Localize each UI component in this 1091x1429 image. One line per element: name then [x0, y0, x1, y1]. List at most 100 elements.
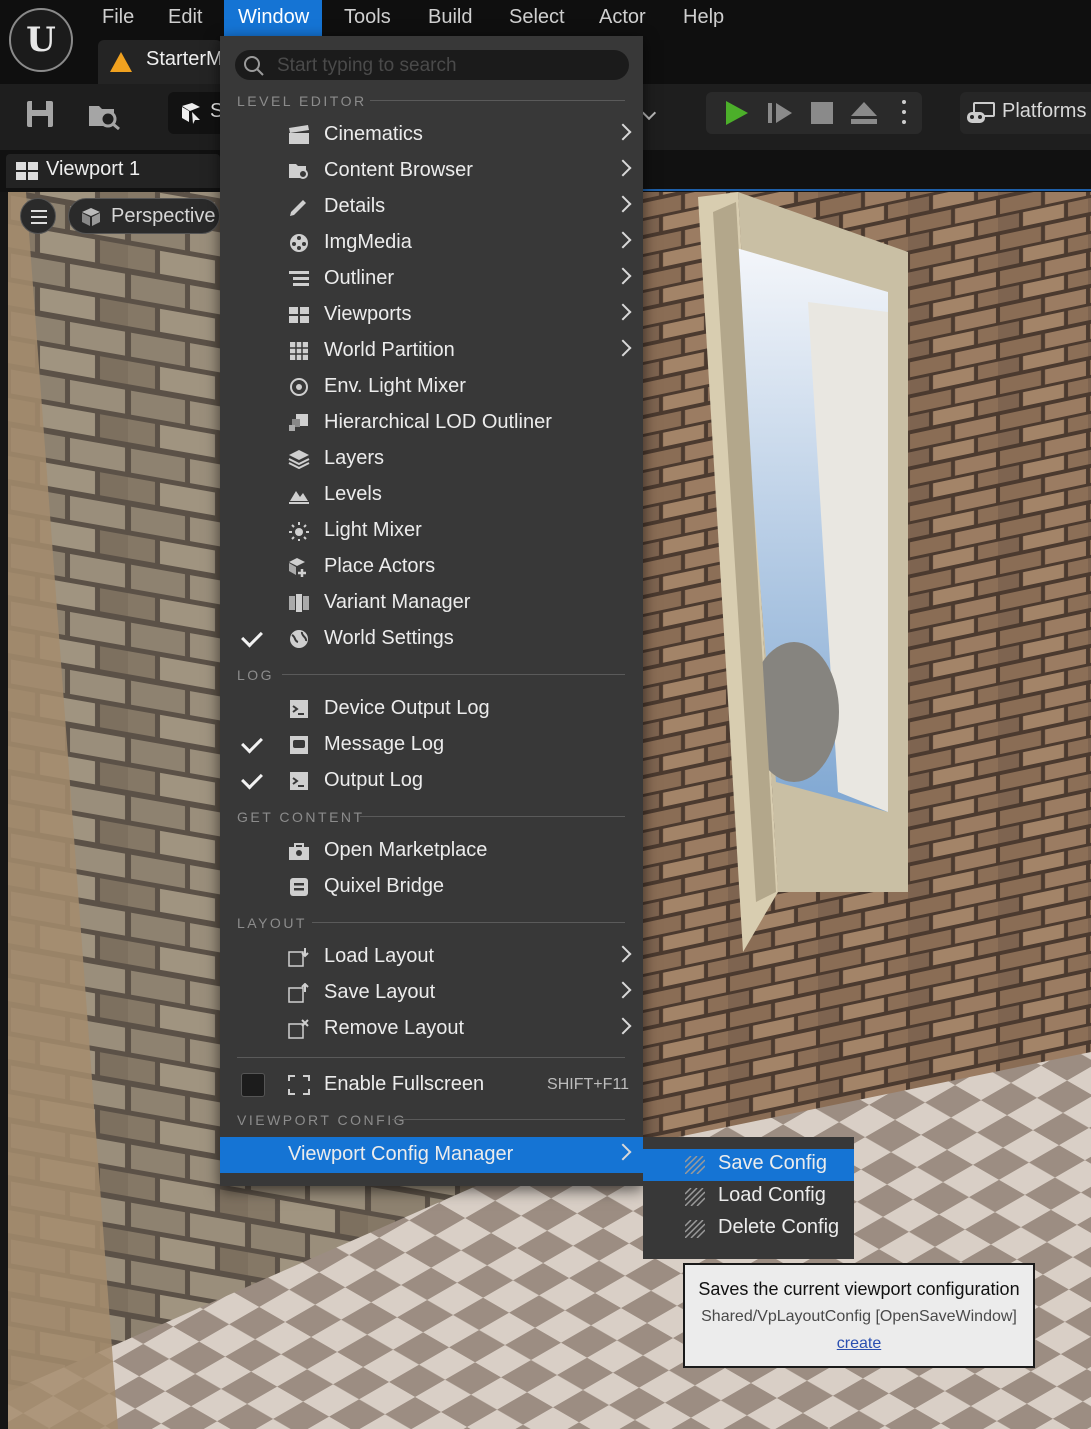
menu-item-light-mixer[interactable]: Light Mixer	[220, 513, 643, 549]
menu-search-input[interactable]	[275, 52, 619, 80]
fullscreen-checkbox[interactable]	[241, 1073, 265, 1097]
menu-item-label: Light Mixer	[324, 519, 422, 541]
play-icon[interactable]	[726, 101, 748, 125]
menu-window[interactable]: Window	[224, 0, 322, 36]
sun-icon	[288, 521, 310, 541]
project-tab-label: StarterM	[146, 48, 223, 70]
terminal-icon	[288, 771, 310, 791]
menu-item-label: Load Layout	[324, 945, 435, 967]
menu-edit[interactable]: Edit	[154, 0, 216, 36]
fullscreen-icon	[288, 1075, 310, 1095]
menu-item-device-output-log[interactable]: Device Output Log	[220, 691, 643, 727]
viewport-tab[interactable]: Viewport 1	[6, 154, 220, 188]
menu-item-place-actors[interactable]: Place Actors	[220, 549, 643, 585]
submenu-item-load-config[interactable]: Load Config	[643, 1181, 854, 1213]
menu-item-enable-fullscreen[interactable]: Enable Fullscreen SHIFT+F11	[220, 1067, 643, 1103]
browse-content-icon[interactable]	[86, 98, 120, 131]
viewport-tab-label: Viewport 1	[46, 158, 141, 180]
menu-item-remove-layout[interactable]: Remove Layout	[220, 1011, 643, 1047]
section-divider	[312, 922, 625, 923]
menu-select[interactable]: Select	[495, 0, 579, 36]
menu-search-box[interactable]	[235, 50, 629, 80]
variant-icon	[288, 593, 310, 613]
menu-item-imgmedia[interactable]: ImgMedia	[220, 225, 643, 261]
search-icon	[243, 55, 265, 82]
menu-item-details[interactable]: Details	[220, 189, 643, 225]
section-divider	[360, 816, 625, 817]
platforms-button[interactable]: Platforms	[960, 92, 1091, 134]
config-icon	[684, 1187, 706, 1207]
save-icon[interactable]	[24, 98, 56, 130]
perspective-button[interactable]: Perspective	[68, 198, 220, 234]
unreal-logo-icon[interactable]: U	[9, 8, 73, 72]
section-divider	[392, 1119, 625, 1120]
checkmark-icon	[241, 731, 263, 754]
section-log: LOG	[237, 667, 275, 683]
menu-item-viewport-config-manager[interactable]: Viewport Config Manager	[220, 1137, 643, 1173]
menu-item-label: Enable Fullscreen	[324, 1073, 485, 1095]
config-icon	[684, 1155, 706, 1175]
eject-icon[interactable]	[850, 101, 878, 130]
place-actors-icon	[288, 557, 310, 577]
menu-item-label: Viewports	[324, 303, 412, 325]
platforms-icon	[966, 102, 996, 124]
tooltip-create-link[interactable]: create	[685, 1335, 1033, 1353]
menu-item-world-settings[interactable]: World Settings	[220, 621, 643, 657]
menu-tools[interactable]: Tools	[330, 0, 405, 36]
menu-item-label: Place Actors	[324, 555, 436, 577]
menu-item-variant-manager[interactable]: Variant Manager	[220, 585, 643, 621]
viewport-options-button[interactable]	[20, 198, 56, 234]
menu-item-open-marketplace[interactable]: Open Marketplace	[220, 833, 643, 869]
menu-item-load-layout[interactable]: Load Layout	[220, 939, 643, 975]
stop-icon[interactable]	[811, 102, 833, 124]
chevron-right-icon	[614, 1017, 632, 1035]
menu-item-levels[interactable]: Levels	[220, 477, 643, 513]
menu-file[interactable]: File	[88, 0, 148, 36]
terminal-icon	[288, 699, 310, 719]
menu-item-outliner[interactable]: Outliner	[220, 261, 643, 297]
chevron-right-icon	[614, 303, 632, 321]
menu-help[interactable]: Help	[669, 0, 738, 36]
menu-item-label: Open Marketplace	[324, 839, 488, 861]
more-options-icon[interactable]	[902, 100, 906, 104]
menu-item-layers[interactable]: Layers	[220, 441, 643, 477]
window-menu-dropdown: LEVEL EDITOR Cinematics Content Browser De…	[220, 36, 643, 1186]
menu-item-quixel-bridge[interactable]: Quixel Bridge	[220, 869, 643, 905]
menu-item-world-partition[interactable]: World Partition	[220, 333, 643, 369]
submenu-item-delete-config[interactable]: Delete Config	[643, 1213, 854, 1245]
step-icon[interactable]	[768, 101, 794, 130]
menu-build[interactable]: Build	[414, 0, 486, 36]
menu-item-output-log[interactable]: Output Log	[220, 763, 643, 799]
menu-item-label: Save Layout	[324, 981, 436, 1003]
menu-item-label: Levels	[324, 483, 382, 505]
section-divider	[282, 674, 625, 675]
list-icon	[288, 269, 310, 289]
menu-item-cinematics[interactable]: Cinematics	[220, 117, 643, 153]
section-divider	[370, 100, 625, 101]
menu-item-label: World Settings	[324, 627, 454, 649]
menu-item-message-log[interactable]: Message Log	[220, 727, 643, 763]
menu-item-viewports[interactable]: Viewports	[220, 297, 643, 333]
menu-item-content-browser[interactable]: Content Browser	[220, 153, 643, 189]
menu-actor[interactable]: Actor	[585, 0, 660, 36]
chevron-right-icon	[614, 159, 632, 177]
marketplace-icon	[288, 841, 310, 861]
chevron-down-icon[interactable]	[641, 105, 657, 121]
menu-item-label: Device Output Log	[324, 697, 490, 719]
project-tab[interactable]: StarterM	[98, 40, 223, 84]
perspective-label: Perspective	[111, 205, 216, 227]
menu-item-hierarchical-lod-outliner[interactable]: Hierarchical LOD Outliner	[220, 405, 643, 441]
lod-icon	[288, 413, 310, 433]
menu-item-save-layout[interactable]: Save Layout	[220, 975, 643, 1011]
viewport-config-submenu: Save Config Load Config Delete Config	[643, 1137, 854, 1259]
submenu-item-save-config[interactable]: Save Config	[643, 1149, 854, 1181]
menu-item-env-light-mixer[interactable]: Env. Light Mixer	[220, 369, 643, 405]
menu-item-label: Outliner	[324, 267, 395, 289]
grid-icon	[288, 341, 310, 361]
submenu-item-label: Delete Config	[718, 1216, 840, 1238]
levels-icon	[288, 485, 310, 505]
folder-search-icon	[288, 161, 310, 181]
chevron-right-icon	[614, 231, 632, 249]
submenu-item-label: Load Config	[718, 1184, 826, 1206]
mode-selector-button[interactable]: S	[168, 92, 223, 134]
